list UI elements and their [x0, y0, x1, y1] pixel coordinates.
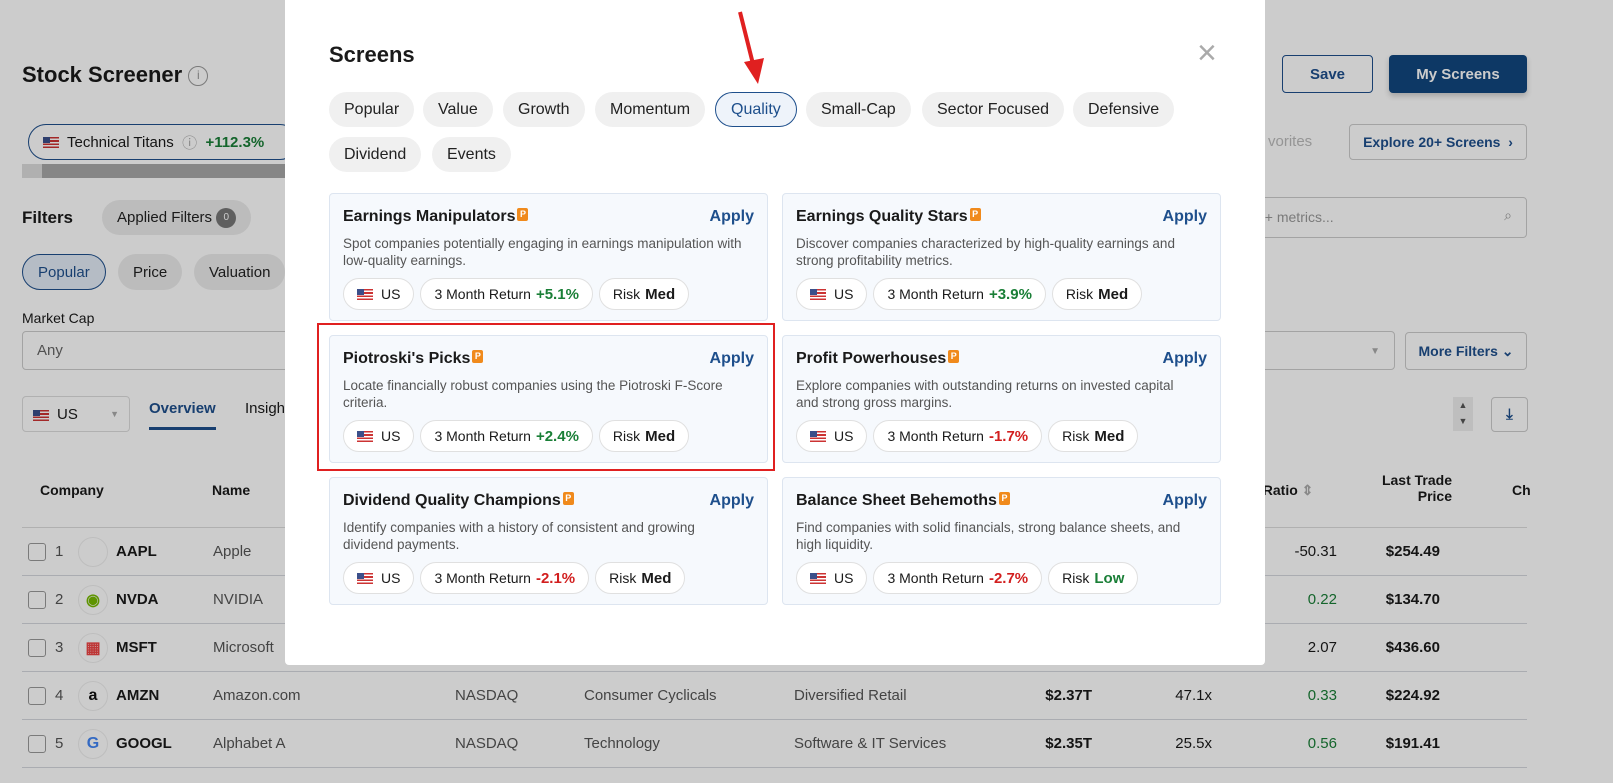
risk-chip: Risk Med: [1051, 278, 1143, 310]
return-chip: 3 Month Return -2.1%: [420, 562, 590, 594]
modal-tab-defensive[interactable]: Defensive: [1073, 92, 1175, 127]
modal-tab-value[interactable]: Value: [423, 92, 493, 127]
screen-card-description: Find companies with solid financials, st…: [796, 520, 1181, 552]
apply-button[interactable]: Apply: [710, 208, 754, 226]
premium-icon: P: [948, 350, 960, 363]
screen-card-description: Identify companies with a history of con…: [343, 520, 695, 552]
risk-chip: Risk Med: [1048, 420, 1139, 452]
apply-button[interactable]: Apply: [1163, 208, 1207, 226]
highlight-box: [317, 323, 775, 471]
premium-icon: P: [562, 492, 574, 505]
region-chip: US: [796, 278, 868, 310]
screen-card: Dividend Quality Champions P Apply Identi…: [329, 477, 768, 605]
modal-tab-events[interactable]: Events: [432, 137, 511, 172]
screen-card-description: Explore companies with outstanding retur…: [796, 378, 1174, 410]
apply-button[interactable]: Apply: [1163, 350, 1207, 368]
region-chip: US: [796, 420, 868, 452]
screen-card-title[interactable]: Earnings Manipulators P: [343, 208, 529, 226]
modal-tab-popular[interactable]: Popular: [329, 92, 415, 127]
screen-card-description: Discover companies characterized by high…: [796, 236, 1175, 268]
premium-icon: P: [969, 208, 981, 221]
screen-card-title[interactable]: Balance Sheet Behemoths P: [796, 492, 1010, 510]
us-flag-icon: [810, 288, 826, 300]
modal-tab-quality[interactable]: Quality: [715, 92, 797, 127]
region-chip: US: [343, 562, 415, 594]
premium-icon: P: [517, 208, 529, 221]
return-chip: 3 Month Return +5.1%: [420, 278, 593, 310]
close-icon[interactable]: ×: [1197, 36, 1217, 70]
modal-tab-momentum[interactable]: Momentum: [595, 92, 706, 127]
risk-chip: Risk Med: [598, 278, 690, 310]
us-flag-icon: [357, 572, 373, 584]
screen-card: Earnings Manipulators P Apply Spot compan…: [329, 193, 768, 321]
us-flag-icon: [810, 572, 826, 584]
screen-card: Profit Powerhouses P Apply Explore compan…: [782, 335, 1221, 463]
modal-tab-growth[interactable]: Growth: [503, 92, 585, 127]
premium-icon: P: [998, 492, 1010, 505]
us-flag-icon: [357, 288, 373, 300]
screen-card-title[interactable]: Dividend Quality Champions P: [343, 492, 574, 510]
region-chip: US: [343, 278, 415, 310]
apply-button[interactable]: Apply: [710, 492, 754, 510]
return-chip: 3 Month Return +3.9%: [873, 278, 1046, 310]
screen-card: Balance Sheet Behemoths P Apply Find comp…: [782, 477, 1221, 605]
screen-card-description: Spot companies potentially engaging in e…: [343, 236, 742, 268]
screen-card-title[interactable]: Profit Powerhouses P: [796, 350, 960, 368]
modal-tab-dividend[interactable]: Dividend: [329, 137, 422, 172]
apply-button[interactable]: Apply: [1163, 492, 1207, 510]
modal-title: Screens: [329, 42, 415, 67]
modal-tab-sector-focused[interactable]: Sector Focused: [922, 92, 1065, 127]
risk-chip: Risk Med: [595, 562, 686, 594]
screen-card: Earnings Quality Stars P Apply Discover c…: [782, 193, 1221, 321]
screen-card-title[interactable]: Earnings Quality Stars P: [796, 208, 981, 226]
us-flag-icon: [810, 430, 826, 442]
return-chip: 3 Month Return -2.7%: [873, 562, 1043, 594]
modal-tab-small-cap[interactable]: Small-Cap: [806, 92, 911, 127]
red-arrow-annotation: [738, 11, 764, 84]
risk-chip: Risk Low: [1048, 562, 1139, 594]
return-chip: 3 Month Return -1.7%: [873, 420, 1043, 452]
region-chip: US: [796, 562, 868, 594]
screens-modal: Screens × Popular Value Growth Momentum Qual…: [285, 0, 1265, 665]
